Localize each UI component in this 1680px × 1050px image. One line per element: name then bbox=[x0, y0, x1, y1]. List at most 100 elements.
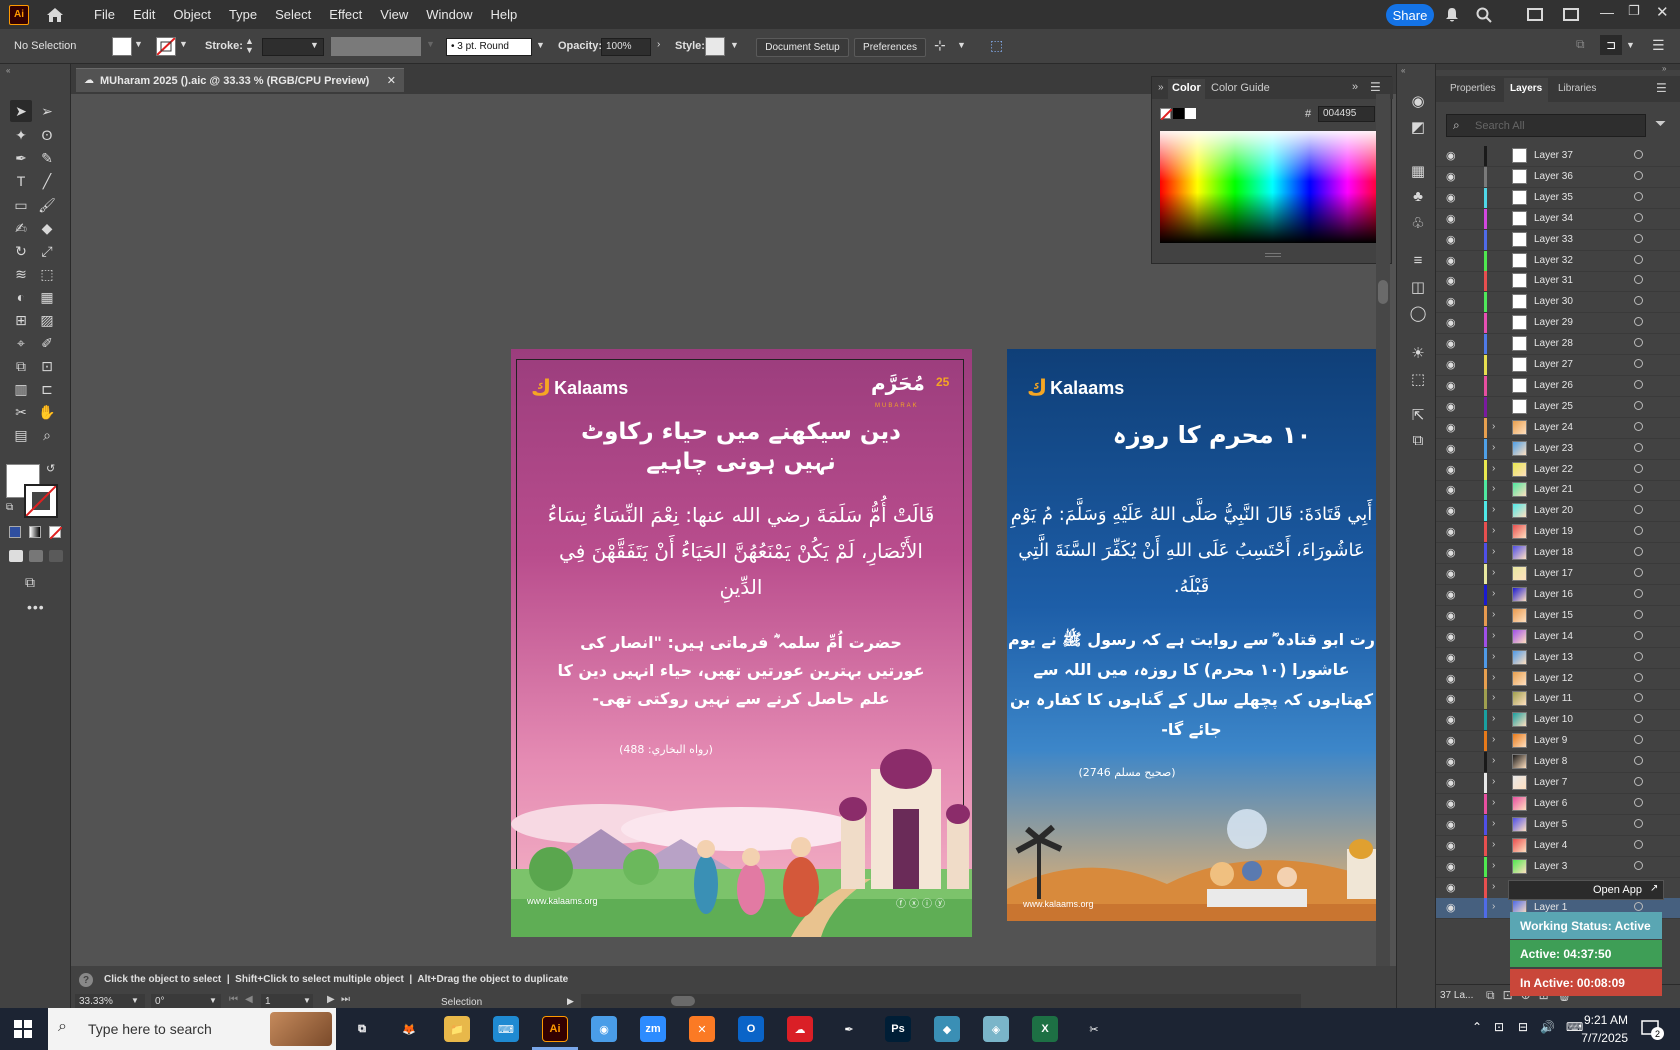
layer-row[interactable]: ◉ Layer 31 bbox=[1436, 271, 1680, 293]
last-artboard-icon[interactable]: ⏭ bbox=[341, 994, 350, 1005]
visibility-eye-icon[interactable]: ◉ bbox=[1446, 212, 1456, 225]
align-icon[interactable]: ⊹ bbox=[934, 37, 946, 54]
appearance-icon[interactable]: ☀ bbox=[1408, 344, 1428, 362]
app-icon-glass[interactable]: ◈ bbox=[983, 1016, 1009, 1042]
symbol-sprayer-tool-icon[interactable]: ⊡ bbox=[36, 355, 58, 377]
chrome-icon[interactable]: ◉ bbox=[591, 1016, 617, 1042]
rotate-tool-icon[interactable]: ↻ bbox=[10, 240, 32, 262]
visibility-eye-icon[interactable]: ◉ bbox=[1446, 504, 1456, 517]
zoom-app-icon[interactable]: zm bbox=[640, 1016, 666, 1042]
slice-tool-icon[interactable]: ✂ bbox=[10, 401, 32, 423]
menu-effect[interactable]: Effect bbox=[320, 0, 371, 29]
artboard-dropdown-icon[interactable]: ▼ bbox=[303, 996, 311, 1005]
layer-target-icon[interactable] bbox=[1634, 735, 1643, 745]
pen-tool-icon[interactable]: ✒ bbox=[10, 147, 32, 169]
layer-target-icon[interactable] bbox=[1634, 254, 1643, 264]
layer-row[interactable]: ◉ › Layer 20 bbox=[1436, 501, 1680, 523]
layer-row[interactable]: ◉ Layer 27 bbox=[1436, 355, 1680, 376]
minimize-icon[interactable]: — bbox=[1600, 4, 1614, 20]
file-explorer-icon[interactable]: 📁 bbox=[444, 1016, 470, 1042]
expand-layer-icon[interactable]: › bbox=[1492, 881, 1495, 892]
expand-layer-icon[interactable]: › bbox=[1492, 483, 1495, 494]
volume-icon[interactable]: 🔊 bbox=[1540, 1020, 1555, 1034]
edit-toolbar-icon[interactable]: ••• bbox=[27, 599, 45, 615]
expand-layer-icon[interactable]: › bbox=[1492, 797, 1495, 808]
expand-layer-icon[interactable]: › bbox=[1492, 901, 1495, 912]
layer-target-icon[interactable] bbox=[1634, 359, 1643, 368]
layer-row[interactable]: ◉ Layer 36 bbox=[1436, 166, 1680, 188]
panel-menu-icon[interactable]: ☰ bbox=[1370, 80, 1381, 94]
close-window-icon[interactable]: ✕ bbox=[1656, 3, 1669, 21]
white-swatch[interactable] bbox=[1185, 108, 1196, 119]
horizontal-scrollbar[interactable] bbox=[581, 994, 1301, 1008]
menu-object[interactable]: Object bbox=[164, 0, 220, 29]
layer-row[interactable]: ◉ Layer 26 bbox=[1436, 375, 1680, 397]
layer-target-icon[interactable] bbox=[1634, 588, 1643, 598]
type-tool-icon[interactable]: T bbox=[10, 170, 32, 192]
default-fill-stroke-icon[interactable]: ⧉ bbox=[6, 502, 13, 513]
brush-definition[interactable]: • 3 pt. Round bbox=[446, 38, 532, 56]
color-theme-icon[interactable]: ◉ bbox=[1408, 92, 1428, 110]
share-button[interactable]: Share bbox=[1386, 4, 1434, 26]
status-menu-icon[interactable]: ▶ bbox=[567, 996, 574, 1007]
layer-row[interactable]: ◉ Layer 25 bbox=[1436, 396, 1680, 418]
expand-layer-icon[interactable]: › bbox=[1492, 421, 1495, 432]
shaper-tool-icon[interactable]: ✍ bbox=[10, 217, 32, 239]
layer-row[interactable]: ◉ › Layer 15 bbox=[1436, 605, 1680, 627]
tab-properties[interactable]: Properties bbox=[1444, 78, 1502, 102]
visibility-eye-icon[interactable]: ◉ bbox=[1446, 734, 1456, 747]
layer-target-icon[interactable] bbox=[1634, 756, 1643, 766]
first-artboard-icon[interactable]: ⏮ bbox=[229, 994, 238, 1005]
visibility-eye-icon[interactable]: ◉ bbox=[1446, 191, 1456, 204]
menu-file[interactable]: File bbox=[85, 0, 124, 29]
windows-start-icon[interactable] bbox=[14, 1020, 32, 1041]
visibility-eye-icon[interactable]: ◉ bbox=[1446, 609, 1456, 622]
visibility-eye-icon[interactable]: ◉ bbox=[1446, 442, 1456, 455]
layer-row[interactable]: ◉ Layer 32 bbox=[1436, 250, 1680, 272]
artboards-panel-icon[interactable]: ⧉ bbox=[1408, 432, 1428, 449]
layer-row[interactable]: ◉ Layer 30 bbox=[1436, 292, 1680, 314]
taskbar-search-box[interactable]: ⌕ Type here to search bbox=[48, 1008, 336, 1050]
visibility-eye-icon[interactable]: ◉ bbox=[1446, 818, 1456, 831]
stroke-panel-icon[interactable]: ≡ bbox=[1408, 252, 1428, 269]
visibility-eye-icon[interactable]: ◉ bbox=[1446, 149, 1456, 162]
expand-layer-icon[interactable]: › bbox=[1492, 651, 1495, 662]
layer-target-icon[interactable] bbox=[1634, 317, 1643, 327]
layer-target-icon[interactable] bbox=[1634, 505, 1643, 515]
variable-width-profile[interactable] bbox=[331, 37, 421, 56]
layer-row[interactable]: ◉ › Layer 9 bbox=[1436, 731, 1680, 753]
draw-behind-icon[interactable] bbox=[29, 550, 43, 562]
layer-row[interactable]: ◉ › Layer 7 bbox=[1436, 773, 1680, 794]
expand-layer-icon[interactable]: › bbox=[1492, 755, 1495, 766]
tab-color-guide[interactable]: Color Guide bbox=[1211, 82, 1270, 94]
tray-app-icon[interactable]: ⊡ bbox=[1494, 1020, 1504, 1034]
vscode-icon[interactable]: ⌨ bbox=[493, 1016, 519, 1042]
expand-layer-icon[interactable]: › bbox=[1492, 672, 1495, 683]
expand-layer-icon[interactable]: › bbox=[1492, 567, 1495, 578]
color-mode-icon[interactable] bbox=[9, 526, 21, 538]
layer-row[interactable]: ◉ › Layer 14 bbox=[1436, 626, 1680, 648]
opacity-input[interactable]: 100% bbox=[601, 38, 651, 56]
fill-dropdown-icon[interactable]: ▼ bbox=[134, 39, 143, 49]
layer-row[interactable]: ◉ › Layer 4 bbox=[1436, 835, 1680, 857]
layer-target-icon[interactable] bbox=[1634, 484, 1643, 494]
export-icon[interactable]: ⇱ bbox=[1408, 406, 1428, 424]
zoom-dropdown-icon[interactable]: ▼ bbox=[131, 996, 139, 1005]
layer-row[interactable]: ◉ › Layer 21 bbox=[1436, 480, 1680, 502]
lasso-tool-icon[interactable]: ʘ bbox=[36, 124, 58, 146]
photoshop-icon[interactable]: Ps bbox=[885, 1016, 911, 1042]
layer-target-icon[interactable] bbox=[1634, 170, 1643, 180]
gradient-mode-icon[interactable] bbox=[29, 526, 41, 538]
visibility-eye-icon[interactable]: ◉ bbox=[1446, 379, 1456, 392]
illustrator-icon[interactable]: Ai bbox=[542, 1016, 568, 1042]
layer-target-icon[interactable] bbox=[1634, 212, 1643, 222]
layer-row[interactable]: ◉ Layer 37 bbox=[1436, 146, 1680, 167]
stroke-dropdown-icon[interactable]: ▼ bbox=[179, 39, 188, 49]
expand-layer-icon[interactable]: › bbox=[1492, 463, 1495, 474]
tab-layers[interactable]: Layers bbox=[1504, 78, 1549, 102]
document-setup-button[interactable]: Document Setup bbox=[756, 38, 849, 57]
visibility-eye-icon[interactable]: ◉ bbox=[1446, 254, 1456, 267]
visibility-eye-icon[interactable]: ◉ bbox=[1446, 463, 1456, 476]
layer-target-icon[interactable] bbox=[1634, 651, 1643, 661]
layer-target-icon[interactable] bbox=[1634, 630, 1643, 640]
